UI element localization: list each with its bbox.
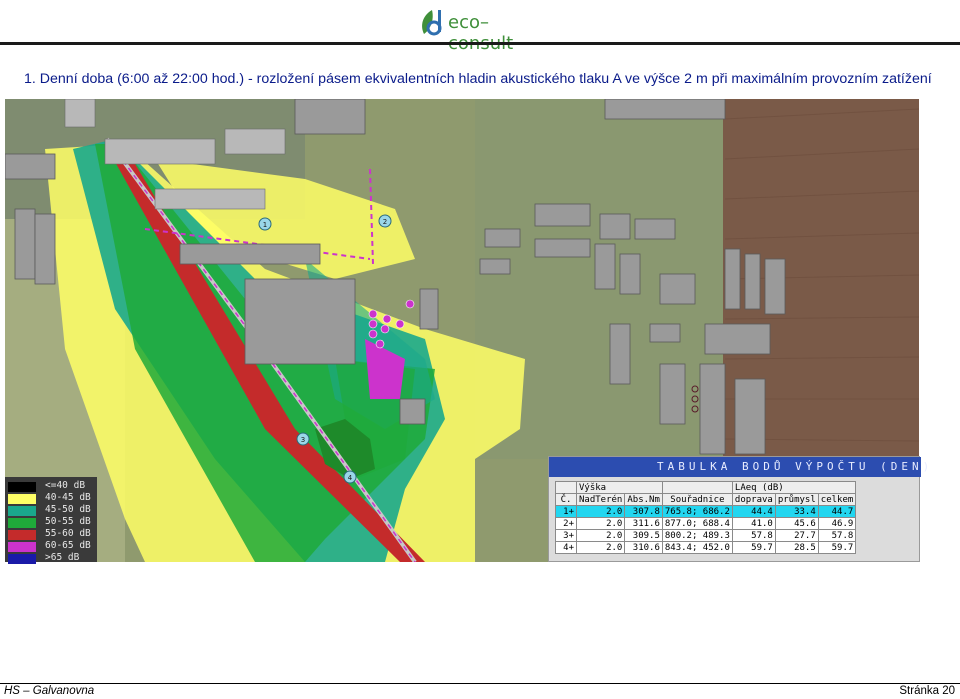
table-cell: 1+ [555, 505, 577, 518]
table-row[interactable]: 3+ 2.0 309.5 800.2; 489.3 57.8 27.7 57.8 [555, 529, 857, 542]
calc-point-2-label: 2 [383, 218, 387, 226]
legend-row: >65 dB [5, 552, 97, 565]
table-cell: 843.4; 452.0 [661, 541, 733, 554]
table-cell: 877.0; 688.4 [661, 517, 733, 530]
table-cell: 57.8 [817, 529, 857, 542]
column-header: doprava [731, 493, 776, 506]
logo-text: eco–consult [448, 12, 514, 54]
legend-label: <=40 dB [45, 480, 86, 491]
footer-rule [0, 683, 960, 684]
column-header: celkem [817, 493, 857, 506]
column-header: Č. [555, 493, 577, 506]
calc-points-table-panel: TABULKA BODŮ VÝPOČTU (DEN) Výška LAeq (d… [548, 456, 929, 562]
footer-page-number: Stránka 20 [899, 685, 955, 697]
legend-label: 45-50 dB [45, 504, 91, 515]
table-cell: 4+ [555, 541, 577, 554]
table-title: TABULKA BODŮ VÝPOČTU (DEN) [657, 460, 934, 473]
legend-swatch [8, 494, 36, 504]
table-cell: 44.4 [731, 505, 776, 518]
column-header: NadTerén [575, 493, 626, 506]
column-header: Souřadnice [661, 493, 733, 506]
legend-swatch [8, 530, 36, 540]
header-rule [0, 42, 960, 45]
table-cell: 46.9 [817, 517, 857, 530]
logo-leaf-icon [422, 10, 442, 36]
table-cell: 2.0 [575, 541, 626, 554]
column-header: průmysl [774, 493, 819, 506]
table-cell: 33.4 [774, 505, 819, 518]
table-cell: 59.7 [817, 541, 857, 554]
table-cell [661, 481, 733, 494]
table-cell: 28.5 [774, 541, 819, 554]
legend-swatch [8, 554, 36, 564]
eco-consult-logo: eco–consult [418, 4, 548, 54]
table-cell: 59.7 [731, 541, 776, 554]
table-cell: 307.8 [624, 505, 663, 518]
legend-label: 40-45 dB [45, 492, 91, 503]
calc-point-4-label: 4 [348, 474, 353, 482]
table-row[interactable]: 1+ 2.0 307.8 765.8; 686.2 44.4 33.4 44.7 [555, 505, 857, 518]
table-cell: 44.7 [817, 505, 857, 518]
table-cell: 2+ [555, 517, 577, 530]
table-cell: 765.8; 686.2 [661, 505, 733, 518]
table-cell: 800.2; 489.3 [661, 529, 733, 542]
calc-point-1-label: 1 [263, 221, 267, 229]
calc-points-table: Výška LAeq (dB) Č. NadTerén Abs.Nm Souřa… [555, 481, 857, 554]
legend-label: 50-55 dB [45, 516, 91, 527]
table-header-row: Č. NadTerén Abs.Nm Souřadnice doprava pr… [555, 493, 857, 506]
table-row[interactable]: 4+ 2.0 310.6 843.4; 452.0 59.7 28.5 59.7 [555, 541, 857, 554]
table-cell: 41.0 [731, 517, 776, 530]
table-cell: 45.6 [774, 517, 819, 530]
page-title: 1. Denní doba (6:00 až 22:00 hod.) - roz… [24, 71, 932, 87]
table-row[interactable]: 2+ 2.0 311.6 877.0; 688.4 41.0 45.6 46.9 [555, 517, 857, 530]
table-cell: 27.7 [774, 529, 819, 542]
legend-swatch [8, 518, 36, 528]
legend-label: 55-60 dB [45, 528, 91, 539]
noise-legend: <=40 dB 40-45 dB 45-50 dB 50-55 dB 55-60… [5, 477, 97, 565]
table-group-header: Výška LAeq (dB) [555, 481, 857, 494]
table-cell: 2.0 [575, 517, 626, 530]
group-laeq: LAeq (dB) [731, 481, 857, 494]
table-cell: 310.6 [624, 541, 663, 554]
table-cell: 2.0 [575, 505, 626, 518]
footer-project: HS – Galvanovna [4, 685, 95, 697]
legend-label: >65 dB [45, 552, 80, 563]
legend-swatch [8, 482, 36, 492]
table-cell: 2.0 [575, 529, 626, 542]
column-header: Abs.Nm [624, 493, 663, 506]
table-cell: 57.8 [731, 529, 776, 542]
group-vyska: Výška [576, 481, 663, 494]
table-cell: 3+ [555, 529, 577, 542]
calc-point-3-label: 3 [301, 436, 305, 444]
legend-swatch [8, 506, 36, 516]
table-cell [555, 481, 577, 494]
legend-swatch [8, 542, 36, 552]
table-cell: 309.5 [624, 529, 663, 542]
table-title-bar: TABULKA BODŮ VÝPOČTU (DEN) [549, 457, 929, 477]
table-cell: 311.6 [624, 517, 663, 530]
legend-label: 60-65 dB [45, 540, 91, 551]
